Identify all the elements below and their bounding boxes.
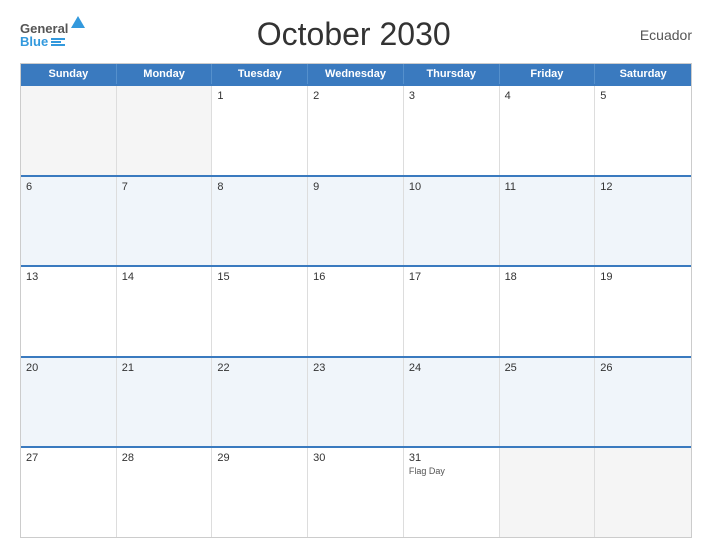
week-5: 27 28 29 30 31 Flag Day <box>21 446 691 537</box>
cal-cell: 21 <box>117 358 213 447</box>
calendar-title: October 2030 <box>85 16 622 53</box>
cal-cell: 2 <box>308 86 404 175</box>
header: General Blue October 2030 Ecuador <box>20 16 692 53</box>
cal-cell: 15 <box>212 267 308 356</box>
cal-cell <box>117 86 213 175</box>
header-friday: Friday <box>500 64 596 84</box>
cal-cell: 26 <box>595 358 691 447</box>
week-4: 20 21 22 23 24 25 26 <box>21 356 691 447</box>
calendar-page: General Blue October 2030 Ecuador Sunday… <box>0 0 712 550</box>
week-2: 6 7 8 9 10 11 12 <box>21 175 691 266</box>
logo-triangle-icon <box>71 16 85 28</box>
cal-cell: 29 <box>212 448 308 537</box>
cal-cell: 30 <box>308 448 404 537</box>
cal-cell: 19 <box>595 267 691 356</box>
week-1: 1 2 3 4 5 <box>21 84 691 175</box>
cal-cell <box>595 448 691 537</box>
cal-cell: 12 <box>595 177 691 266</box>
cal-cell: 27 <box>21 448 117 537</box>
header-tuesday: Tuesday <box>212 64 308 84</box>
cal-cell: 9 <box>308 177 404 266</box>
header-thursday: Thursday <box>404 64 500 84</box>
logo-blue: Blue <box>20 35 48 48</box>
cal-cell: 22 <box>212 358 308 447</box>
header-monday: Monday <box>117 64 213 84</box>
cal-cell: 3 <box>404 86 500 175</box>
cal-cell: 17 <box>404 267 500 356</box>
calendar-header-row: Sunday Monday Tuesday Wednesday Thursday… <box>21 64 691 84</box>
cal-cell: 10 <box>404 177 500 266</box>
cal-cell: 20 <box>21 358 117 447</box>
logo-lines-icon <box>51 38 65 46</box>
logo-general: General <box>20 22 68 35</box>
cal-cell: 1 <box>212 86 308 175</box>
cal-cell: 24 <box>404 358 500 447</box>
cal-cell: 4 <box>500 86 596 175</box>
cal-cell: 28 <box>117 448 213 537</box>
country-label: Ecuador <box>622 27 692 43</box>
calendar-body: 1 2 3 4 5 6 7 8 9 10 11 12 13 14 15 <box>21 84 691 537</box>
flag-day-event: Flag Day <box>409 466 494 476</box>
header-wednesday: Wednesday <box>308 64 404 84</box>
header-sunday: Sunday <box>21 64 117 84</box>
cal-cell: 16 <box>308 267 404 356</box>
cal-cell <box>21 86 117 175</box>
cal-cell: 18 <box>500 267 596 356</box>
cal-cell: 14 <box>117 267 213 356</box>
cal-cell: 7 <box>117 177 213 266</box>
cal-cell: 23 <box>308 358 404 447</box>
cal-cell <box>500 448 596 537</box>
week-3: 13 14 15 16 17 18 19 <box>21 265 691 356</box>
cal-cell: 5 <box>595 86 691 175</box>
cal-cell: 13 <box>21 267 117 356</box>
header-saturday: Saturday <box>595 64 691 84</box>
cal-cell: 8 <box>212 177 308 266</box>
logo: General Blue <box>20 22 85 48</box>
cal-cell-31: 31 Flag Day <box>404 448 500 537</box>
calendar-grid: Sunday Monday Tuesday Wednesday Thursday… <box>20 63 692 538</box>
cal-cell: 6 <box>21 177 117 266</box>
cal-cell: 25 <box>500 358 596 447</box>
cal-cell: 11 <box>500 177 596 266</box>
